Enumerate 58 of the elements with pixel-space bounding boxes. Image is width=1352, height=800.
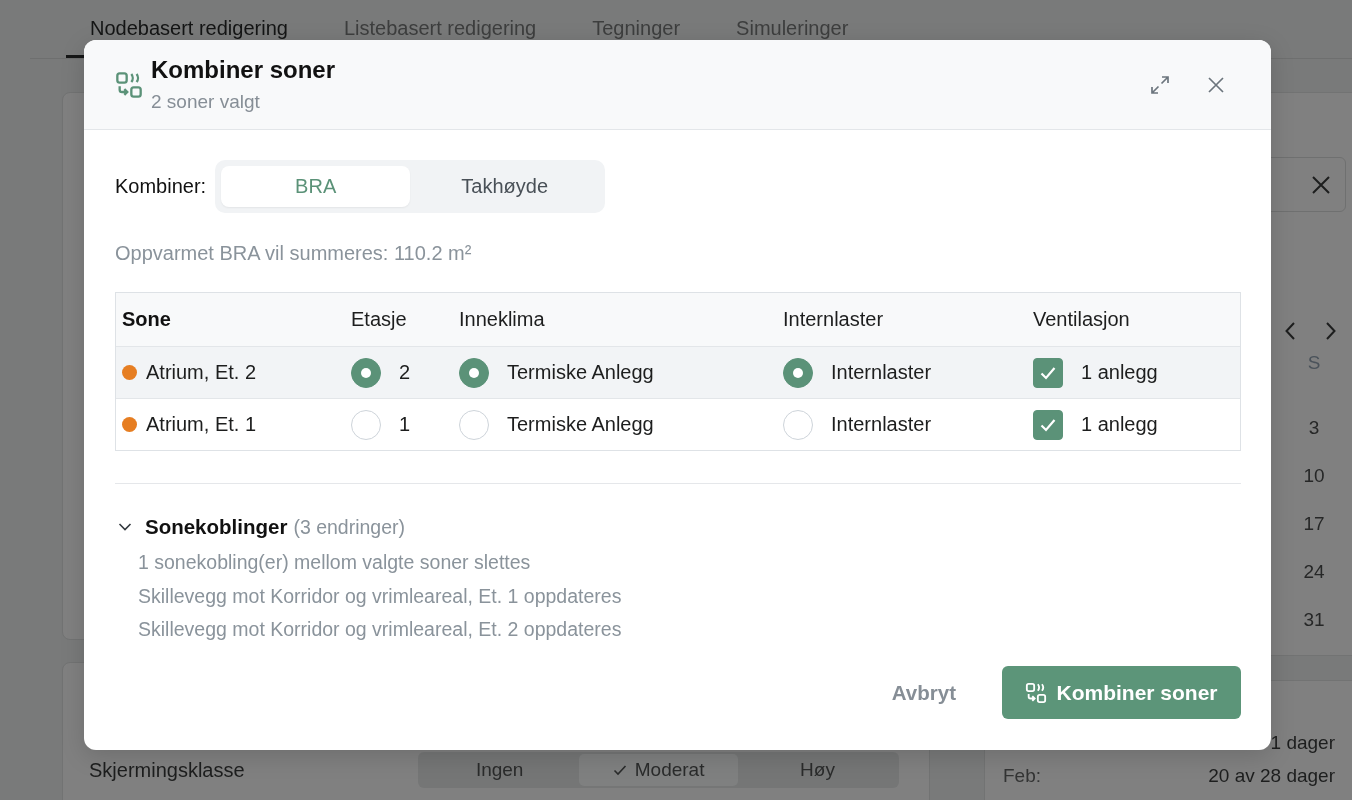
calendar-day[interactable]: 17	[1303, 500, 1325, 548]
segment-option[interactable]: Moderat	[579, 754, 739, 786]
dialog-title: Kombiner soner	[151, 55, 336, 84]
zone-name: Atrium, Et. 2	[146, 361, 257, 384]
field-label: Kombiner:	[115, 175, 207, 198]
change-item: Skillevegg mot Korridor og vrimleareal, Et. 1 oppdateres	[138, 583, 623, 609]
calendar-day[interactable]: 3	[1308, 404, 1320, 452]
month-label: Feb:	[1003, 764, 1042, 787]
tab[interactable]: Nodebasert redigering	[66, 16, 312, 40]
option-label: Internlaster	[831, 413, 932, 436]
calendar-day[interactable]: 31	[1303, 596, 1325, 644]
setting-label: Skjermingsklasse	[89, 758, 246, 782]
radio-button[interactable]	[783, 357, 813, 388]
tab[interactable]: Simuleringer	[712, 16, 873, 40]
check-icon	[1040, 365, 1056, 380]
merge-icon	[115, 70, 143, 99]
radio-button[interactable]	[459, 357, 489, 388]
check-icon	[1040, 417, 1056, 432]
column-header: Internlaster	[782, 307, 885, 332]
change-item: Skillevegg mot Korridor og vrimleareal, Et. 2 oppdateres	[138, 617, 623, 642]
option-label: Termiske Anlegg	[507, 361, 654, 384]
dialog-subtitle: 2 soner valgt	[151, 89, 261, 114]
check-icon	[612, 764, 627, 776]
day-count: 20 av 28 dager	[1208, 764, 1335, 787]
day-count: 1 dager	[1270, 731, 1335, 754]
merge-icon	[1025, 681, 1048, 704]
column-header: Ventilasjon	[1032, 307, 1131, 332]
calendar-day[interactable]: 24	[1303, 548, 1325, 596]
close-icon	[1206, 74, 1226, 95]
option-label: Internlaster	[831, 361, 932, 384]
option-label: 1 anlegg	[1081, 361, 1158, 384]
tab[interactable]: Listebasert redigering	[319, 16, 561, 40]
segment-tab[interactable]: Takhøyde	[410, 166, 600, 207]
checkbox[interactable]	[1033, 357, 1063, 388]
cancel-button[interactable]: Avbryt	[875, 666, 972, 719]
option-label: 1	[399, 413, 411, 436]
option-label: Termiske Anlegg	[507, 413, 654, 436]
segment-tab[interactable]: BRA	[221, 166, 411, 207]
column-header: Etasje	[350, 307, 408, 332]
column-header: Inneklima	[458, 307, 546, 332]
chevron-left-icon[interactable]	[1285, 322, 1295, 340]
calendar-day[interactable]: 10	[1303, 452, 1325, 500]
change-item: 1 sonekobling(er) mellom valgte soner slettes	[138, 550, 532, 575]
zone-name: Atrium, Et. 1	[146, 413, 257, 436]
option-label: 1 anlegg	[1081, 413, 1158, 436]
column-header: Sone	[121, 307, 172, 332]
segment-option[interactable]: Høy	[738, 754, 897, 786]
checkbox[interactable]	[1033, 409, 1063, 440]
tab[interactable]: Tegninger	[568, 16, 705, 40]
expand-icon	[1150, 74, 1170, 95]
summary-text: Oppvarmet BRA vil summeres: 110.2 m²	[115, 241, 473, 265]
radio-button[interactable]	[351, 357, 381, 388]
close-icon[interactable]	[1311, 174, 1331, 195]
option-label: 2	[399, 361, 411, 384]
chevron-right-icon[interactable]	[1326, 322, 1336, 340]
section-toggle[interactable]: Sonekoblinger (3 endringer)	[115, 514, 406, 540]
segment-option[interactable]: Ingen	[420, 754, 580, 786]
combine-button[interactable]: Kombiner soner	[1002, 666, 1241, 719]
